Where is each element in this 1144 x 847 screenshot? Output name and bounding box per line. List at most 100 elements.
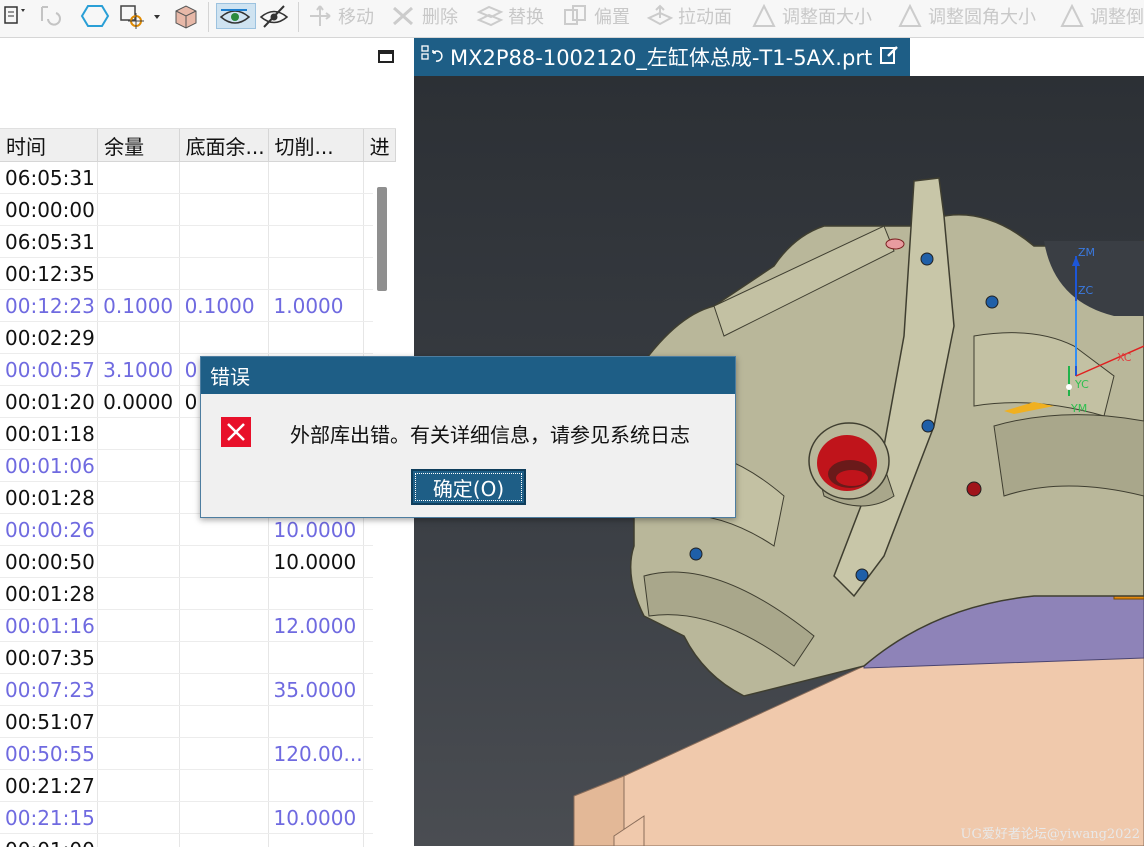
cell-floor-stock [179,226,268,258]
cell-stock [98,770,179,802]
resize-face-icon [750,4,778,28]
column-header-stock[interactable]: 余量 [98,129,179,162]
cell-time: 00:02:29 [0,322,98,354]
cell-cut-depth [268,194,363,226]
cube-icon[interactable] [170,3,202,29]
table-row[interactable]: 00:01:00 [0,834,396,847]
axis-label-xc: XC [1117,351,1132,364]
offset-icon [562,4,590,28]
pull-icon [646,4,674,28]
tab-title: MX2P88-1002120_左缸体总成-T1-5AX.prt [450,42,872,72]
cell-time: 00:50:55 [0,738,98,770]
cell-time: 00:01:20 [0,386,98,418]
table-row[interactable]: 00:12:35 [0,258,396,290]
resize-face-button[interactable]: 调整面大小 [750,0,872,32]
modified-icon [878,44,900,71]
cell-time: 00:01:28 [0,578,98,610]
cell-floor-stock [179,834,268,847]
cell-time: 06:05:31 [0,226,98,258]
ok-button[interactable]: 确定(O) [411,469,526,505]
table-row[interactable]: 00:00:5010.0000 [0,546,396,578]
axis-label-zc: ZC [1078,284,1094,297]
cell-stock: 3.1000 [98,354,179,386]
column-header-time[interactable]: 时间 [0,129,98,162]
table-row[interactable]: 00:50:55120.00... [0,738,396,770]
cell-cut-depth: 10.0000 [268,514,363,546]
cell-cut-depth [268,578,363,610]
replace-icon [476,4,504,28]
maximize-icon[interactable] [378,50,394,63]
move-face-button[interactable]: 移动 [306,0,374,32]
axis-label-yc: YC [1074,378,1089,391]
cell-stock [98,418,179,450]
part-tab[interactable]: MX2P88-1002120_左缸体总成-T1-5AX.prt × [414,38,910,76]
hide-icon[interactable] [258,3,290,29]
cell-floor-stock [179,322,268,354]
cell-floor-stock: 0.1000 [179,290,268,322]
cell-time: 00:01:00 [0,834,98,847]
cell-stock [98,642,179,674]
list-options-icon[interactable] [2,3,32,29]
point-snap-icon[interactable] [118,3,164,29]
cell-time: 00:01:28 [0,482,98,514]
error-dialog: 错误 外部库出错。有关详细信息，请参见系统日志 确定(O) [200,356,736,518]
cell-cut-depth [268,322,363,354]
column-header-cut-depth[interactable]: 切削... [268,129,363,162]
resize-chamfer-button[interactable]: 调整倒 [1058,0,1144,32]
cell-stock [98,738,179,770]
column-header-floor-stock[interactable]: 底面余... [179,129,268,162]
cell-stock [98,194,179,226]
cell-stock [98,322,179,354]
cell-time: 00:00:57 [0,354,98,386]
replace-face-button[interactable]: 替换 [476,0,544,32]
axis-label-zm: ZM [1078,246,1095,259]
cell-stock [98,706,179,738]
table-row[interactable]: 00:51:07 [0,706,396,738]
column-header-feed[interactable]: 进 [363,129,395,162]
table-row[interactable]: 00:07:2335.0000 [0,674,396,706]
undo-select-icon[interactable] [36,3,76,29]
cell-stock [98,162,179,194]
delete-face-button[interactable]: 删除 [390,0,458,32]
cell-time: 00:07:23 [0,674,98,706]
show-icon[interactable] [216,3,256,29]
cell-floor-stock [179,802,268,834]
cell-floor-stock [179,674,268,706]
cell-cut-depth: 10.0000 [268,802,363,834]
polygon-icon[interactable] [78,3,112,29]
cell-time: 00:12:35 [0,258,98,290]
pull-face-button[interactable]: 拉动面 [646,0,732,32]
table-row[interactable]: 06:05:31 [0,162,396,194]
cell-cut-depth [268,162,363,194]
tab-strip [910,38,1144,76]
table-row[interactable]: 00:01:1612.0000 [0,610,396,642]
cell-stock: 0.0000 [98,386,179,418]
table-row[interactable]: 00:00:2610.0000 [0,514,396,546]
cell-stock [98,578,179,610]
table-row[interactable]: 00:00:00 [0,194,396,226]
cell-cut-depth: 1.0000 [268,290,363,322]
cell-cut-depth [268,258,363,290]
cell-stock [98,226,179,258]
dialog-title[interactable]: 错误 [201,357,735,394]
table-row[interactable]: 06:05:31 [0,226,396,258]
table-row[interactable]: 00:01:28 [0,578,396,610]
scrollbar-thumb[interactable] [377,187,387,291]
axis-label-ym: YM [1070,402,1087,415]
cell-cut-depth [268,706,363,738]
table-row[interactable]: 00:12:230.10000.10001.0000 [0,290,396,322]
dialog-message: 外部库出错。有关详细信息，请参见系统日志 [290,419,690,448]
cell-cut-depth: 12.0000 [268,610,363,642]
cell-time: 00:00:50 [0,546,98,578]
table-row[interactable]: 00:21:27 [0,770,396,802]
cell-time: 06:05:31 [0,162,98,194]
move-icon [306,4,334,28]
table-row[interactable]: 00:07:35 [0,642,396,674]
cell-stock: 0.1000 [98,290,179,322]
resize-blend-button[interactable]: 调整圆角大小 [896,0,1036,32]
cell-stock [98,802,179,834]
table-row[interactable]: 00:21:1510.0000 [0,802,396,834]
cell-time: 00:21:27 [0,770,98,802]
offset-face-button[interactable]: 偏置 [562,0,630,32]
table-row[interactable]: 00:02:29 [0,322,396,354]
